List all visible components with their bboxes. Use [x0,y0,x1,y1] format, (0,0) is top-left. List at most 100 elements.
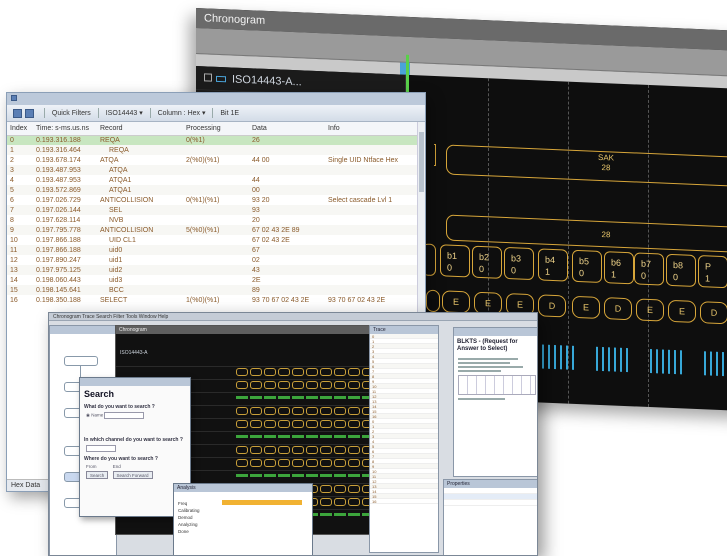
toolbar-separator [97,108,99,119]
cell-data: 67 02 43 2E [252,236,290,244]
menu-bar[interactable]: Chronogram Trace Search Filter Tools Win… [49,313,537,321]
bit-box[interactable]: b7 0 [634,252,664,286]
search-button[interactable]: Search [86,471,109,479]
trace-row[interactable]: 8 0.197.628.114 NVB 20 [7,215,417,225]
expand-icon[interactable] [204,73,212,82]
forward-icon[interactable] [25,108,34,118]
mini-chronogram-title: Chronogram [116,326,374,334]
mini-wave-segment [236,446,248,454]
mini-wave-segment [292,381,304,389]
bit-box[interactable]: b3 0 [504,246,534,281]
bus-segment [434,143,436,167]
col-header-record[interactable]: Record [97,122,183,136]
code-value: E [678,306,685,317]
trace-row[interactable]: 13 0.197.975.125 uid2 43 [7,265,417,275]
cell-record: ATQA [100,156,119,164]
bit-value: 1 [611,269,617,280]
col-header-processing[interactable]: Processing [183,122,249,136]
cell-data: 20 [252,216,260,224]
mini-wave-segment [236,396,248,399]
quick-filters-button[interactable]: Quick Filters [52,110,91,117]
cell-time: 0.198.145.641 [33,285,97,295]
cell-data: 26 [249,135,325,145]
trace-row[interactable]: 7 0.197.026.144 SEL 93 [7,205,417,215]
trace-row[interactable]: 6 0.197.026.729 ANTICOLLISION 0(%1)(%1) 93 2… [7,195,417,205]
bit-box[interactable]: b5 0 [572,249,602,284]
mini-wave-segment [334,396,346,399]
bit-box[interactable]: b2 0 [472,245,502,279]
cell-time: 0.197.628.114 [36,216,81,224]
mini-row-divider [116,366,374,367]
search-question-where: Where do you want to search ? [84,456,158,462]
col-header-info[interactable]: Info [325,122,417,136]
bit-select[interactable]: Bit 1E [220,110,239,117]
bit-box[interactable]: b1 0 [440,244,470,278]
code-box[interactable]: E [572,295,600,319]
bit-box[interactable]: b6 1 [604,251,634,285]
search-option-label: Name [91,412,104,418]
radio-icon[interactable]: ◉ [86,413,90,418]
code-value: E [582,302,589,313]
protocol-select[interactable]: ISO14443 [106,110,138,117]
trace-row[interactable]: 9 0.197.795.778 ANTICOLLISION 5(%0)(%1) 67 0… [7,225,417,235]
code-value: E [452,296,459,308]
trace-row[interactable]: 2 0.193.678.174 ATQA 2(%0)(%1) 44 00 Single U… [7,155,417,165]
bit-box[interactable]: P1 [698,255,727,289]
code-box[interactable]: E [668,299,696,323]
col-header-time[interactable]: Time: s-ms.us.ns [33,122,97,136]
mini-wave-segment [306,407,318,415]
trace-row[interactable]: 4 0.193.487.953 ATQA1 44 [7,175,417,185]
mini-wave-segment [278,435,290,438]
mini-trace-row[interactable]: 16 [370,499,438,504]
tree-node[interactable] [64,356,98,366]
back-icon[interactable] [13,108,22,118]
trace-row[interactable]: 3 0.193.487.953 ATQA [7,165,417,175]
cell-time: 0.193.572.869 [33,185,97,195]
mini-wave-segment [320,474,332,477]
mini-wave-segment [236,435,248,438]
cell-index: 0 [7,135,33,145]
code-box[interactable]: E [442,290,470,314]
mini-wave-segment [250,381,262,389]
cell-info [325,185,417,195]
trace-row[interactable]: 14 0.198.060.443 uid3 2E [7,275,417,285]
mini-wave-segment [306,474,318,477]
search-buttons: Search Search Forward [80,470,190,480]
property-row[interactable] [444,500,537,506]
code-box[interactable]: E [636,298,664,322]
mini-wave-segment [348,474,360,477]
channel-select[interactable] [86,445,116,452]
search-value-input[interactable] [104,412,145,419]
code-box[interactable]: D [700,301,727,325]
trace-row[interactable]: 11 0.197.866.188 uid0 67 [7,245,417,255]
trace-row[interactable]: 16 0.198.350.188 SELECT 1(%0)(%1) 93 70 67 0… [7,295,417,305]
toolbar-separator [43,108,45,119]
trace-row[interactable]: 10 0.197.866.188 UID CL1 67 02 43 2E [7,235,417,245]
trace-table: Index Time: s-ms.us.ns Record Processing… [7,122,417,305]
trace-row[interactable]: 12 0.197.890.247 uid1 02 [7,255,417,265]
mini-wave-segment [320,459,332,467]
trace-row[interactable]: 15 0.198.145.641 BCC 89 [7,285,417,295]
doc-text-line [458,362,510,364]
mini-wave-segment [320,498,332,506]
trace-row[interactable]: 1 0.193.316.464 REQA [7,145,417,155]
cell-processing: 5(%0)(%1) [183,225,249,235]
bit-box[interactable]: b8 0 [666,253,696,287]
column-format-select[interactable]: Column : Hex [158,110,200,117]
mini-wave-segment [334,407,346,415]
cell-time: 0.197.890.247 [36,256,81,264]
code-box[interactable]: D [604,297,632,321]
bit-box[interactable]: b4 1 [538,248,568,282]
trace-row[interactable]: 0 0.193.316.188 REQA 0(%1) 26 [7,135,417,145]
trace-row[interactable]: 5 0.193.572.869 ATQA1 00 [7,185,417,195]
mini-wave-segment [292,368,304,376]
sak-value: 28 [601,162,611,173]
code-box[interactable]: D [538,294,566,318]
bit-name: b7 [641,258,652,270]
search-forward-button[interactable]: Search Forward [112,471,153,479]
scroll-thumb[interactable] [419,132,424,192]
cell-index: 13 [7,265,33,275]
col-header-data[interactable]: Data [249,122,325,136]
col-header-index[interactable]: Index [7,122,33,136]
code-value: D [710,307,718,318]
